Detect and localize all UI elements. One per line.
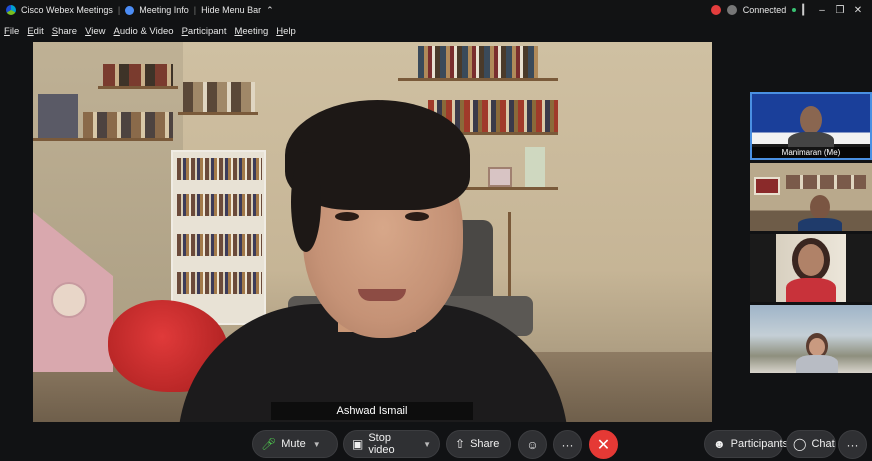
webex-logo-icon xyxy=(6,5,16,15)
close-window-button[interactable]: ✕ xyxy=(852,5,864,16)
menu-share[interactable]: Share xyxy=(52,26,77,37)
recording-indicator-icon xyxy=(710,5,721,15)
chevron-down-icon[interactable]: ▼ xyxy=(313,440,321,449)
share-label: Share xyxy=(470,438,500,450)
connection-status-dot xyxy=(792,8,797,12)
person-icon: ☻ xyxy=(713,437,726,451)
share-button[interactable]: ⇧ Share xyxy=(446,430,511,458)
participant-thumbnail-2[interactable] xyxy=(750,163,872,231)
smiley-icon: ☺ xyxy=(526,437,539,452)
hide-menu-bar-button[interactable]: Hide Menu Bar xyxy=(201,5,261,15)
participant-name: Manimaran (Me) xyxy=(752,147,870,158)
chat-bubble-icon: ◯ xyxy=(793,437,807,451)
participant-thumbnail-4[interactable] xyxy=(750,305,872,373)
end-meeting-button[interactable]: ✕ xyxy=(589,430,618,459)
menu-audio-video[interactable]: Audio & Video xyxy=(114,26,174,37)
ellipsis-icon: ··· xyxy=(846,437,859,452)
participants-button[interactable]: ☻ Participants xyxy=(704,430,788,458)
menu-meeting[interactable]: Meeting xyxy=(234,26,268,37)
stop-video-label: Stop video xyxy=(368,432,395,456)
bookcase xyxy=(171,150,266,325)
chat-button[interactable]: ◯ Chat xyxy=(786,430,836,458)
menu-edit[interactable]: Edit xyxy=(27,26,43,37)
menu-bar: File Edit Share View Audio & Video Parti… xyxy=(0,22,296,40)
more-options-button[interactable]: ··· xyxy=(553,430,582,459)
connection-status: Connected xyxy=(742,5,787,15)
connection-icon xyxy=(726,5,737,15)
more-panels-button[interactable]: ··· xyxy=(838,430,867,459)
speaker-name-tag: Ashwad Ismail xyxy=(271,402,473,420)
menu-view[interactable]: View xyxy=(85,26,105,37)
chat-label: Chat xyxy=(811,438,835,450)
menu-help[interactable]: Help xyxy=(276,26,296,37)
minimize-button[interactable]: – xyxy=(816,5,828,16)
meeting-controls-toolbar: 🎤︎ Mute ▼ ▣ Stop video ▼ ⇧ Share ☺ ··· ✕… xyxy=(0,428,872,461)
share-icon: ⇧ xyxy=(455,437,466,451)
participants-label: Participants xyxy=(730,438,789,450)
signal-icon: ▎ xyxy=(802,4,810,16)
meeting-info-icon[interactable] xyxy=(125,5,135,15)
chevron-down-icon[interactable]: ▼ xyxy=(423,440,431,449)
participant-thumbnail-3[interactable] xyxy=(750,234,872,302)
microphone-icon: 🎤︎ xyxy=(261,437,277,451)
title-bar: Cisco Webex Meetings | Meeting Info | Hi… xyxy=(0,0,872,20)
menu-file[interactable]: File xyxy=(4,26,19,37)
close-icon: ✕ xyxy=(596,436,611,454)
video-camera-icon: ▣ xyxy=(352,437,364,451)
menu-participant[interactable]: Participant xyxy=(182,26,227,37)
mute-button[interactable]: 🎤︎ Mute ▼ xyxy=(252,430,338,458)
reactions-button[interactable]: ☺ xyxy=(518,430,547,459)
mute-label: Mute xyxy=(281,438,306,450)
chevron-up-icon[interactable]: ⌃ xyxy=(266,5,274,16)
participant-thumbnail-self[interactable]: Manimaran (Me) xyxy=(750,92,872,160)
meeting-info-link[interactable]: Meeting Info xyxy=(139,5,189,15)
maximize-button[interactable]: ❒ xyxy=(834,5,846,16)
stop-video-button[interactable]: ▣ Stop video ▼ xyxy=(343,430,440,458)
ellipsis-icon: ··· xyxy=(561,437,574,452)
active-speaker-video[interactable]: Ashwad Ismail xyxy=(33,42,712,422)
app-title: Cisco Webex Meetings xyxy=(21,5,113,15)
